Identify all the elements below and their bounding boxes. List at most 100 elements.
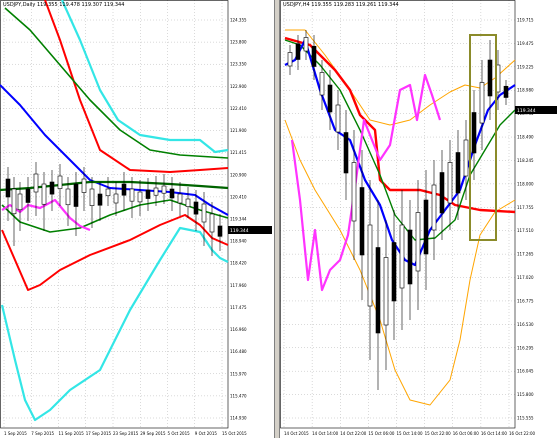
candle-body [415,212,421,272]
y-tick-label: 117.020 [517,275,534,280]
candle-body [185,198,191,207]
candle-body [201,203,207,223]
candle-body [137,191,143,203]
candle-body [319,72,325,96]
candle-body [463,139,469,177]
x-tick-label: 23 Sep 2015 [113,431,139,436]
x-tick-label: 16 Oct 22:00 [509,431,536,436]
y-tick-label: 117.755 [517,205,534,210]
y-tick-label: 119.715 [517,18,534,23]
y-tick-label: 120.900 [230,172,247,177]
x-tick-label: 14 Oct 22:00 [340,431,367,436]
x-tick-label: 17 Sep 2015 [86,431,112,436]
candle-body [105,188,111,197]
y-tick-label: 118.420 [230,261,247,266]
y-tick-label: 121.900 [230,128,247,133]
y-tick-label: 117.265 [517,252,534,257]
y-tick-label: 117.960 [230,283,247,288]
x-tick-label: 14 Oct 2015 [284,431,309,436]
candle-body [359,187,365,256]
y-tick-label: 116.045 [517,369,534,374]
y-tick-label: 118.000 [517,181,534,186]
candle-body [65,188,71,206]
chart-pane-h4[interactable]: 119.715119.475119.225118.980118.735118.4… [280,0,557,438]
y-tick-label: 119.225 [517,64,534,69]
candle-body [193,201,199,215]
y-tick-label: 122.900 [230,84,247,89]
y-tick-label: 123.800 [230,40,247,45]
h4-chart-title: USDJPY,H4 119.355 119.283 119.261 119.34… [283,2,399,8]
candle-body [375,247,381,334]
candle-body [399,224,405,289]
current-price-label: 119.344 [230,228,249,234]
candle-body [383,257,389,326]
y-tick-label: 118.245 [517,158,534,163]
y-tick-label: 118.490 [517,135,534,140]
candle-body [73,183,79,207]
y-tick-label: 121.415 [230,150,247,155]
daily-chart-canvas[interactable]: 124.355 123.800 123.350 122.900 122.410 121.9… [0,0,274,438]
y-tick-label: 115.800 [517,392,534,397]
y-tick-label: 116.530 [517,322,534,327]
x-tick-label: 1 Sep 2015 [4,431,27,436]
candle-body [479,82,485,124]
candle-body [471,112,477,154]
y-tick-label: 115.555 [517,416,534,421]
candle-body [121,183,127,196]
candle-body [153,187,159,196]
candle-body [447,162,453,204]
candle-body [335,104,341,133]
x-tick-label: 15 Oct 14:00 [397,431,424,436]
x-tick-label: 9 Oct 2015 [195,431,218,436]
candle-body [169,188,175,199]
candle-body [431,184,437,231]
candle-body [423,199,429,255]
y-tick-label: 120.410 [230,194,247,199]
candle-body [113,193,119,204]
x-tick-label: 15 Oct 06:00 [368,431,395,436]
x-tick-label: 7 Sep 2015 [31,431,54,436]
candle-body [391,242,397,302]
y-tick-label: 115.470 [230,393,247,398]
candle-body [343,132,349,174]
candle-body [455,152,461,194]
chart-pane-daily[interactable]: 124.355 123.800 123.350 122.900 122.410 121.9… [0,0,274,438]
x-tick-label: 29 Sep 2015 [140,431,166,436]
y-tick-label: 116.775 [517,298,534,303]
candle-body [209,213,215,233]
candle-body [89,188,95,206]
y-tick-label: 116.295 [517,345,534,350]
candle-body [177,193,183,204]
x-tick-label: 16 Oct 14:00 [481,431,508,436]
candle-body [161,185,167,194]
y-tick-label: 117.475 [230,305,247,310]
y-tick-label: 123.350 [230,62,247,67]
y-tick-label: 116.480 [230,349,247,354]
current-price-label: 119.344 [517,108,536,114]
candle-body [33,173,39,193]
candle-body [129,188,135,202]
candle-body [17,193,23,211]
y-tick-label: 118.940 [230,239,247,244]
candle-body [145,189,151,199]
candle-body [367,224,373,307]
y-tick-label: 114.930 [230,416,247,421]
candle-body [295,43,301,60]
candle-body [287,52,293,67]
candle-body [439,172,445,214]
y-tick-label: 122.410 [230,106,247,111]
h4-chart-canvas[interactable]: 119.715119.475119.225118.980118.735118.4… [280,0,557,438]
candle-body [11,188,17,215]
candle-body [487,59,493,97]
daily-chart-title: USDJPY,Daily 119.355 119.478 119.307 119… [3,2,125,8]
y-tick-label: 116.960 [230,327,247,332]
candle-body [311,45,317,67]
x-tick-label: 15 Oct 22:00 [425,431,452,436]
candle-body [97,193,103,206]
candle-body [41,183,47,205]
y-tick-label: 117.510 [517,228,534,233]
candle-body [57,175,63,189]
candle-body [81,178,87,193]
candle-body [25,188,31,203]
candle-body [5,178,11,198]
